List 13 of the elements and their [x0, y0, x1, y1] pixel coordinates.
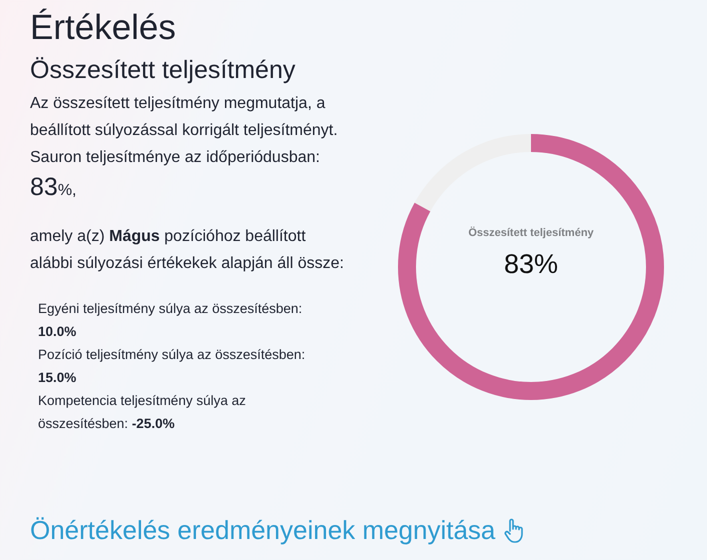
weight-text: Egyéni teljesítmény súlya az összesítésben: 10.0%: [38, 300, 304, 341]
section-heading: Összesített teljesítmény: [30, 55, 296, 86]
page-title: Értékelés: [30, 7, 177, 49]
period-label: Sauron teljesítménye az időperiódusban:: [30, 148, 321, 168]
composition-note: amely a(z) Mágus pozícióhoz beállított alábbi súlyozási értékekek alapján áll össze:: [30, 227, 345, 274]
weight-text: Pozíció teljesítmény súlya az összesítésben: 15.0%: [38, 346, 306, 387]
weight-text: Kompetencia teljesítmény súlya az összesítésben: -25.0%: [38, 392, 247, 433]
description-text: Az összesített teljesítmény megmutatja, a beállított súlyozással korrigált teljesítményt.: [30, 94, 339, 141]
gauge-reading: 83%: [504, 248, 558, 280]
score-suffix: %,: [58, 182, 76, 200]
gauge-label: Összesített teljesítmény: [468, 226, 594, 238]
score-value: 83: [30, 172, 58, 203]
self-assessment-link[interactable]: Önértékelés eredményeinek megnyitása: [30, 515, 528, 546]
